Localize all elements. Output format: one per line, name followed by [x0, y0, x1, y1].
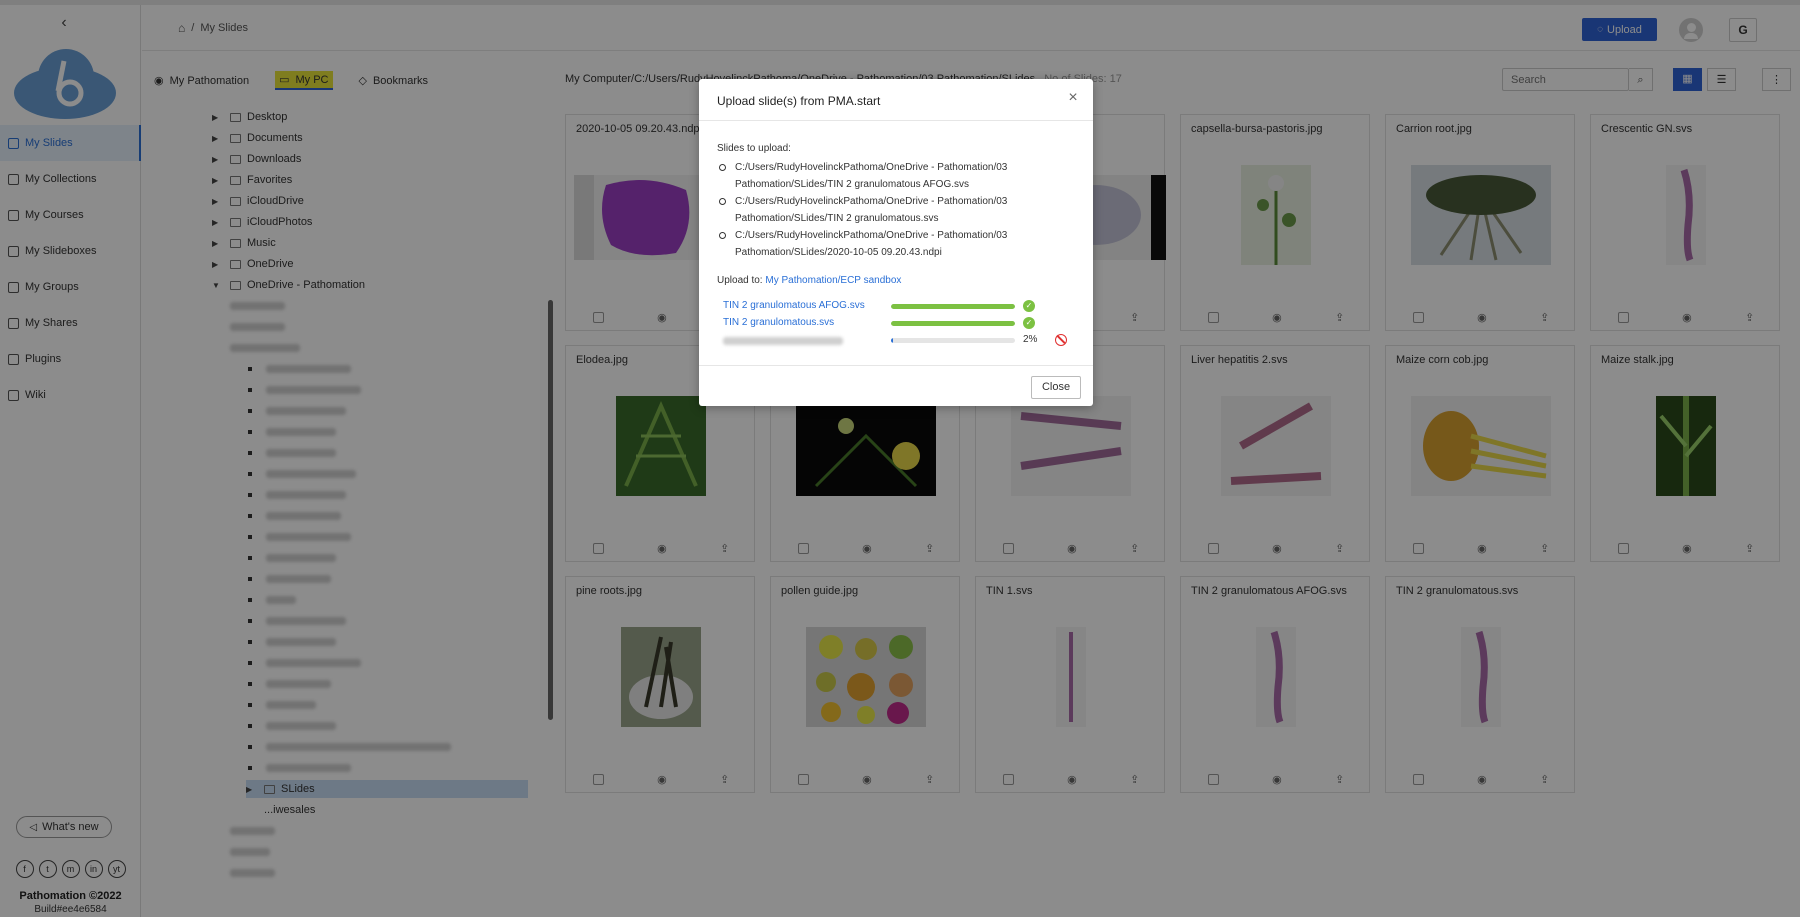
upload-file-name[interactable]: TIN 2 granulomatous AFOG.svs	[723, 300, 865, 311]
check-circle-icon: ✓	[1023, 300, 1035, 312]
app-root: ‹ My Slides My Collections My Courses My Sl…	[0, 0, 1800, 917]
upload-file-name[interactable]: TIN 2 granulomatous.svs	[723, 317, 834, 328]
upload-destination-link[interactable]: My Pathomation/ECP sandbox	[765, 275, 901, 286]
close-icon[interactable]: ×	[1065, 90, 1081, 106]
progress-bar	[891, 321, 1015, 326]
upload-progress-row: TIN 2 granulomatous AFOG.svs ✓	[723, 298, 1063, 314]
upload-file-path-line2: Pathomation/SLides/TIN 2 granulomatous.s…	[735, 213, 939, 224]
progress-bar	[891, 304, 1015, 309]
upload-progress-row: TIN 2 granulomatous.svs ✓	[723, 315, 1063, 331]
close-button[interactable]: Close	[1031, 376, 1081, 399]
upload-file-path-line2: Pathomation/SLides/TIN 2 granulomatous A…	[735, 179, 969, 190]
upload-dialog: Upload slide(s) from PMA.start × Slides …	[699, 79, 1093, 406]
upload-file-path-line2: Pathomation/SLides/2020-10-05 09.20.43.n…	[735, 247, 942, 258]
upload-file-item: C:/Users/RudyHovelinckPathoma/OneDrive -…	[717, 159, 1077, 193]
progress-bar	[891, 338, 1015, 343]
upload-destination: Upload to: My Pathomation/ECP sandbox	[717, 275, 901, 286]
upload-file-path-line1: C:/Users/RudyHovelinckPathoma/OneDrive -…	[735, 162, 1008, 173]
upload-file-item: C:/Users/RudyHovelinckPathoma/OneDrive -…	[717, 193, 1077, 227]
slides-to-upload-label: Slides to upload:	[717, 143, 791, 154]
upload-file-path-line1: C:/Users/RudyHovelinckPathoma/OneDrive -…	[735, 230, 1008, 241]
cancel-upload-icon[interactable]	[1055, 334, 1067, 346]
progress-fill	[891, 338, 894, 343]
upload-to-label: Upload to:	[717, 275, 763, 286]
dialog-header: Upload slide(s) from PMA.start ×	[699, 79, 1093, 121]
upload-file-list: C:/Users/RudyHovelinckPathoma/OneDrive -…	[717, 159, 1077, 261]
check-circle-icon: ✓	[1023, 317, 1035, 329]
dialog-title: Upload slide(s) from PMA.start	[717, 94, 881, 108]
upload-progress-row: 2%	[723, 332, 1067, 348]
upload-file-item: C:/Users/RudyHovelinckPathoma/OneDrive -…	[717, 227, 1077, 261]
upload-file-path-line1: C:/Users/RudyHovelinckPathoma/OneDrive -…	[735, 196, 1008, 207]
progress-percent: 2%	[1023, 334, 1038, 345]
progress-fill	[891, 304, 1015, 309]
progress-fill	[891, 321, 1015, 326]
dialog-footer: Close	[699, 365, 1093, 406]
blurred-file-name	[723, 337, 843, 345]
